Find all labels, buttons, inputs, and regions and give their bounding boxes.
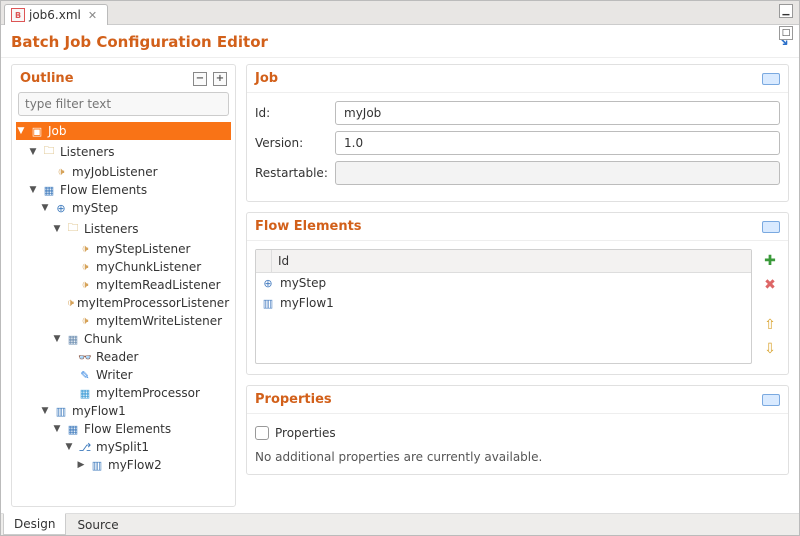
- minimize-pane-button[interactable]: ▁: [779, 4, 793, 18]
- file-tab[interactable]: B job6.xml ✕: [4, 4, 108, 25]
- properties-checkbox[interactable]: [255, 426, 269, 440]
- tree-label: myItemReadListener: [96, 278, 221, 292]
- outline-panel: Outline − + ▼▣Job ▼🗀Listeners 🕩myJobList…: [11, 64, 236, 507]
- tree-label: myChunkListener: [96, 260, 201, 274]
- row-label: myStep: [280, 276, 326, 290]
- tree-label: Flow Elements: [60, 183, 147, 197]
- tree-node-flow-elements2[interactable]: ▼▦Flow Elements: [16, 420, 231, 438]
- move-up-button[interactable]: ⇧: [764, 317, 776, 333]
- add-button[interactable]: ✚: [764, 253, 776, 269]
- close-icon[interactable]: ✕: [88, 9, 97, 22]
- tree-node-listeners[interactable]: ▼🗀Listeners: [16, 140, 231, 163]
- collapse-all-button[interactable]: −: [193, 72, 207, 86]
- batch-file-icon: B: [11, 8, 25, 22]
- tree-label: Chunk: [84, 332, 122, 346]
- tree-label: Writer: [96, 368, 133, 382]
- table-row[interactable]: ▥ myFlow1: [256, 293, 751, 313]
- job-section: Job Id: myJob Version: 1.0 Restartable:: [246, 64, 789, 202]
- tree-label: Reader: [96, 350, 138, 364]
- expand-all-button[interactable]: +: [213, 72, 227, 86]
- file-tab-label: job6.xml: [29, 8, 81, 22]
- restartable-label: Restartable:: [255, 166, 335, 180]
- section-action-icon[interactable]: [762, 221, 780, 233]
- flow-elements-title: Flow Elements: [255, 219, 362, 234]
- properties-message: No additional properties are currently a…: [255, 450, 780, 464]
- editor-title: Batch Job Configuration Editor: [11, 33, 268, 51]
- flow-elements-section: Flow Elements Id ⊕ myStep: [246, 212, 789, 375]
- id-value: myJob: [344, 106, 381, 120]
- tree-label: myStep: [72, 201, 118, 215]
- version-label: Version:: [255, 136, 335, 150]
- outline-title: Outline: [20, 71, 74, 86]
- tree-node-flow-elements[interactable]: ▼▦Flow Elements: [16, 181, 231, 199]
- tab-label: Source: [77, 518, 118, 532]
- flow-elements-table: Id ⊕ myStep ▥ myFlow1: [255, 249, 752, 364]
- tree-node-job[interactable]: ▼▣Job: [16, 122, 231, 140]
- id-label: Id:: [255, 106, 335, 120]
- tab-source[interactable]: Source: [66, 514, 129, 536]
- table-corner: [256, 250, 272, 272]
- outline-tree: ▼▣Job ▼🗀Listeners 🕩myJobListener ▼▦Flow …: [12, 122, 235, 506]
- properties-title: Properties: [255, 392, 332, 407]
- tab-design[interactable]: Design: [3, 513, 66, 535]
- tree-node-myitemwritelistener[interactable]: 🕩myItemWriteListener: [16, 312, 231, 330]
- tree-node-myitemprocessorlistener[interactable]: 🕩myItemProcessorListener: [16, 294, 231, 312]
- bottom-tab-bar: Design Source: [1, 513, 799, 535]
- maximize-pane-button[interactable]: □: [779, 26, 793, 40]
- restartable-field[interactable]: [335, 161, 780, 185]
- tree-node-myflow1[interactable]: ▼▥myFlow1: [16, 402, 231, 420]
- tree-label: Listeners: [84, 222, 139, 236]
- tree-node-reader[interactable]: 👓Reader: [16, 348, 231, 366]
- delete-button[interactable]: ✖: [764, 277, 776, 293]
- row-label: myFlow1: [280, 296, 334, 310]
- editor-title-bar: Batch Job Configuration Editor ↘: [1, 25, 799, 58]
- section-action-icon[interactable]: [762, 394, 780, 406]
- tree-node-mysplit1[interactable]: ▼⎇mySplit1: [16, 438, 231, 456]
- tree-node-myflow2[interactable]: ▶▥myFlow2: [16, 456, 231, 474]
- tree-node-myitemprocessor[interactable]: ▦myItemProcessor: [16, 384, 231, 402]
- tree-label: Flow Elements: [84, 422, 171, 436]
- tree-label: Job: [48, 124, 67, 138]
- filter-input[interactable]: [18, 92, 229, 116]
- tree-node-step-listeners[interactable]: ▼🗀Listeners: [16, 217, 231, 240]
- flow-icon: ▥: [260, 297, 276, 310]
- version-value: 1.0: [344, 136, 363, 150]
- tree-node-myitemreadlistener[interactable]: 🕩myItemReadListener: [16, 276, 231, 294]
- move-down-button[interactable]: ⇩: [764, 341, 776, 357]
- tree-label: mySplit1: [96, 440, 149, 454]
- table-row[interactable]: ⊕ myStep: [256, 273, 751, 293]
- id-field[interactable]: myJob: [335, 101, 780, 125]
- tree-node-mystep[interactable]: ▼⊕myStep: [16, 199, 231, 217]
- tree-label: myFlow1: [72, 404, 126, 418]
- section-action-icon[interactable]: [762, 73, 780, 85]
- tab-label: Design: [14, 517, 55, 531]
- tree-label: myItemWriteListener: [96, 314, 222, 328]
- tree-node-chunk[interactable]: ▼▦Chunk: [16, 330, 231, 348]
- step-icon: ⊕: [260, 277, 276, 290]
- tree-label: myItemProcessorListener: [77, 296, 229, 310]
- tree-label: myJobListener: [72, 165, 158, 179]
- tree-node-mysteplistener[interactable]: 🕩myStepListener: [16, 240, 231, 258]
- tree-label: myFlow2: [108, 458, 162, 472]
- job-section-title: Job: [255, 71, 278, 86]
- version-field[interactable]: 1.0: [335, 131, 780, 155]
- editor-tab-bar: B job6.xml ✕ ▁ □: [1, 1, 799, 25]
- properties-checkbox-label: Properties: [275, 426, 336, 440]
- tree-node-myjoblistener[interactable]: 🕩myJobListener: [16, 163, 231, 181]
- tree-node-mychunklistener[interactable]: 🕩myChunkListener: [16, 258, 231, 276]
- tree-node-writer[interactable]: ✎Writer: [16, 366, 231, 384]
- tree-label: Listeners: [60, 145, 115, 159]
- col-id[interactable]: Id: [272, 250, 751, 272]
- tree-label: myItemProcessor: [96, 386, 200, 400]
- properties-section: Properties Properties No additional prop…: [246, 385, 789, 475]
- tree-label: myStepListener: [96, 242, 190, 256]
